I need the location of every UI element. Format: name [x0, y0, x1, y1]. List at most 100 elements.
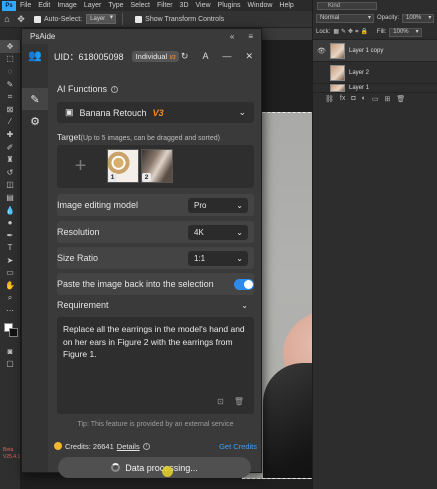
layer-row[interactable]: 👁 Layer 1 copy — [313, 39, 437, 61]
blur-tool-icon[interactable]: 💧 — [0, 204, 20, 217]
model-value: Pro — [194, 200, 207, 210]
menu-type[interactable]: Type — [108, 2, 123, 9]
stamp-tool-icon[interactable]: ♜ — [0, 153, 20, 166]
minimize-icon[interactable]: — — [222, 51, 231, 62]
fx-icon[interactable]: fx — [340, 95, 345, 102]
color-swatches[interactable] — [0, 321, 20, 345]
layer-kind-filter[interactable]: Kind — [317, 1, 377, 10]
link-layers-icon[interactable]: ⛓ — [325, 95, 334, 103]
process-button[interactable]: Data processing... — [58, 457, 251, 478]
auto-select-checkbox[interactable] — [34, 15, 41, 23]
photoshop-logo-icon[interactable]: Ps — [2, 0, 16, 11]
eye-icon[interactable]: 👁 — [317, 47, 326, 55]
ai-function-dropdown[interactable]: ▣ Banana Retouch V3 ⌄ — [57, 102, 254, 123]
service-tip: Tip: This feature is provided by an exte… — [77, 421, 234, 428]
delete-layer-icon[interactable]: 🗑 — [396, 95, 405, 103]
screen-mode-icon[interactable]: ▢ — [0, 358, 20, 371]
model-dropdown[interactable]: Pro ⌄ — [188, 197, 248, 213]
chevron-down-icon: ⌄ — [238, 107, 246, 117]
background-color-swatch[interactable] — [9, 328, 18, 338]
opacity-field[interactable]: 100% — [402, 13, 435, 23]
auto-select-dropdown[interactable]: Layer — [86, 14, 117, 24]
loading-spinner-icon — [111, 463, 121, 472]
menu-layer[interactable]: Layer — [84, 2, 102, 9]
target-heading: Target(Up to 5 images, can be dragged an… — [57, 132, 220, 142]
psaide-titlebar[interactable]: PsAide « ≡ — [22, 29, 261, 44]
home-icon[interactable]: ⌂ — [0, 14, 14, 24]
menu-help[interactable]: Help — [279, 2, 293, 9]
ratio-dropdown[interactable]: 1:1 ⌄ — [188, 250, 248, 266]
zoom-tool-icon[interactable]: ⌕ — [0, 292, 20, 305]
target-image-thumbnail[interactable]: 1 — [107, 149, 139, 183]
coin-icon — [54, 442, 62, 450]
menu-3d[interactable]: 3D — [180, 2, 189, 9]
user-icon[interactable]: 👥 — [22, 44, 48, 66]
move-tool-icon[interactable]: ✥ — [0, 40, 20, 53]
menu-plugins[interactable]: Plugins — [218, 2, 241, 9]
menu-view[interactable]: View — [196, 2, 211, 9]
dodge-tool-icon[interactable]: ● — [0, 216, 20, 229]
target-image-thumbnail[interactable]: 2 — [141, 149, 173, 183]
layer-row[interactable]: Layer 2 — [313, 61, 437, 83]
menu-file[interactable]: File — [20, 2, 31, 9]
add-mask-icon[interactable]: ◘ — [351, 95, 355, 102]
lock-icons[interactable]: ▦✎✥⌗🔒 — [333, 28, 370, 36]
resolution-dropdown[interactable]: 4K ⌄ — [188, 224, 248, 240]
ratio-row: Size Ratio 1:1 ⌄ — [57, 247, 254, 269]
image-prompt-icon[interactable]: ⊡ — [217, 396, 224, 409]
psaide-content: UID：618005098 Individual V3 ↻ A — ✕ AI F… — [48, 44, 261, 478]
quick-mask-icon[interactable]: ◙ — [0, 345, 20, 358]
chevron-down-icon: ⌄ — [236, 227, 243, 237]
collapse-panel-icon[interactable]: « — [230, 32, 234, 41]
healing-tool-icon[interactable]: ✚ — [0, 128, 20, 141]
translate-icon[interactable]: A — [202, 51, 208, 62]
frame-tool-icon[interactable]: ⊠ — [0, 103, 20, 116]
eraser-tool-icon[interactable]: ◫ — [0, 179, 20, 192]
image-index-badge: 1 — [108, 173, 117, 182]
menu-image[interactable]: Image — [57, 2, 76, 9]
target-hint: (Up to 5 images, can be dragged and sort… — [80, 135, 220, 142]
adjustment-layer-icon[interactable]: ◐ — [362, 95, 366, 102]
marquee-tool-icon[interactable]: ⬚ — [0, 53, 20, 66]
settings-icon[interactable]: ⚙ — [22, 110, 48, 132]
info-icon[interactable]: i — [142, 442, 150, 450]
pen-tool-icon[interactable]: ✒ — [0, 229, 20, 242]
edit-tool-icon[interactable]: ✎ — [22, 88, 48, 110]
paste-back-toggle[interactable] — [234, 278, 254, 290]
crop-tool-icon[interactable]: ⌗ — [0, 90, 20, 103]
quick-select-tool-icon[interactable]: ✎ — [0, 78, 20, 91]
chevron-down-icon: ⌄ — [241, 300, 248, 310]
menu-select[interactable]: Select — [131, 2, 150, 9]
requirement-header[interactable]: Requirement ⌄ — [57, 296, 254, 314]
credits-details-link[interactable]: Details — [117, 442, 140, 451]
gradient-tool-icon[interactable]: ▤ — [0, 191, 20, 204]
trash-icon[interactable]: 🗑 — [234, 396, 244, 409]
menu-filter[interactable]: Filter — [157, 2, 173, 9]
close-icon[interactable]: ✕ — [245, 51, 253, 62]
lasso-tool-icon[interactable]: ◌ — [0, 65, 20, 78]
info-icon[interactable]: i — [111, 85, 119, 93]
new-layer-icon[interactable]: ⊞ — [384, 95, 390, 103]
layer-row[interactable]: Layer 1 — [313, 83, 437, 92]
blend-mode-dropdown[interactable]: Normal — [316, 13, 374, 23]
layer-thumbnail — [330, 42, 345, 59]
get-credits-link[interactable]: Get Credits — [219, 442, 257, 451]
path-select-tool-icon[interactable]: ➤ — [0, 254, 20, 267]
refresh-icon[interactable]: ↻ — [181, 51, 189, 62]
type-tool-icon[interactable]: T — [0, 242, 20, 255]
menu-window[interactable]: Window — [248, 2, 273, 9]
new-group-icon[interactable]: ▭ — [372, 95, 379, 103]
more-tools-icon[interactable]: ⋯ — [0, 304, 20, 317]
shape-tool-icon[interactable]: ▭ — [0, 267, 20, 280]
eyedropper-tool-icon[interactable]: ⁄ — [0, 116, 20, 129]
add-image-button[interactable]: + — [64, 150, 97, 183]
brush-tool-icon[interactable]: ✐ — [0, 141, 20, 154]
requirement-textarea[interactable]: Replace all the earrings in the model's … — [57, 317, 254, 414]
fill-field[interactable]: 100% — [389, 27, 422, 37]
hand-tool-icon[interactable]: ✋ — [0, 279, 20, 292]
show-transform-checkbox[interactable] — [135, 15, 143, 23]
menu-edit[interactable]: Edit — [38, 2, 50, 9]
panel-menu-icon[interactable]: ≡ — [248, 32, 253, 41]
move-tool-icon[interactable]: ✥ — [14, 14, 28, 25]
history-brush-tool-icon[interactable]: ↺ — [0, 166, 20, 179]
